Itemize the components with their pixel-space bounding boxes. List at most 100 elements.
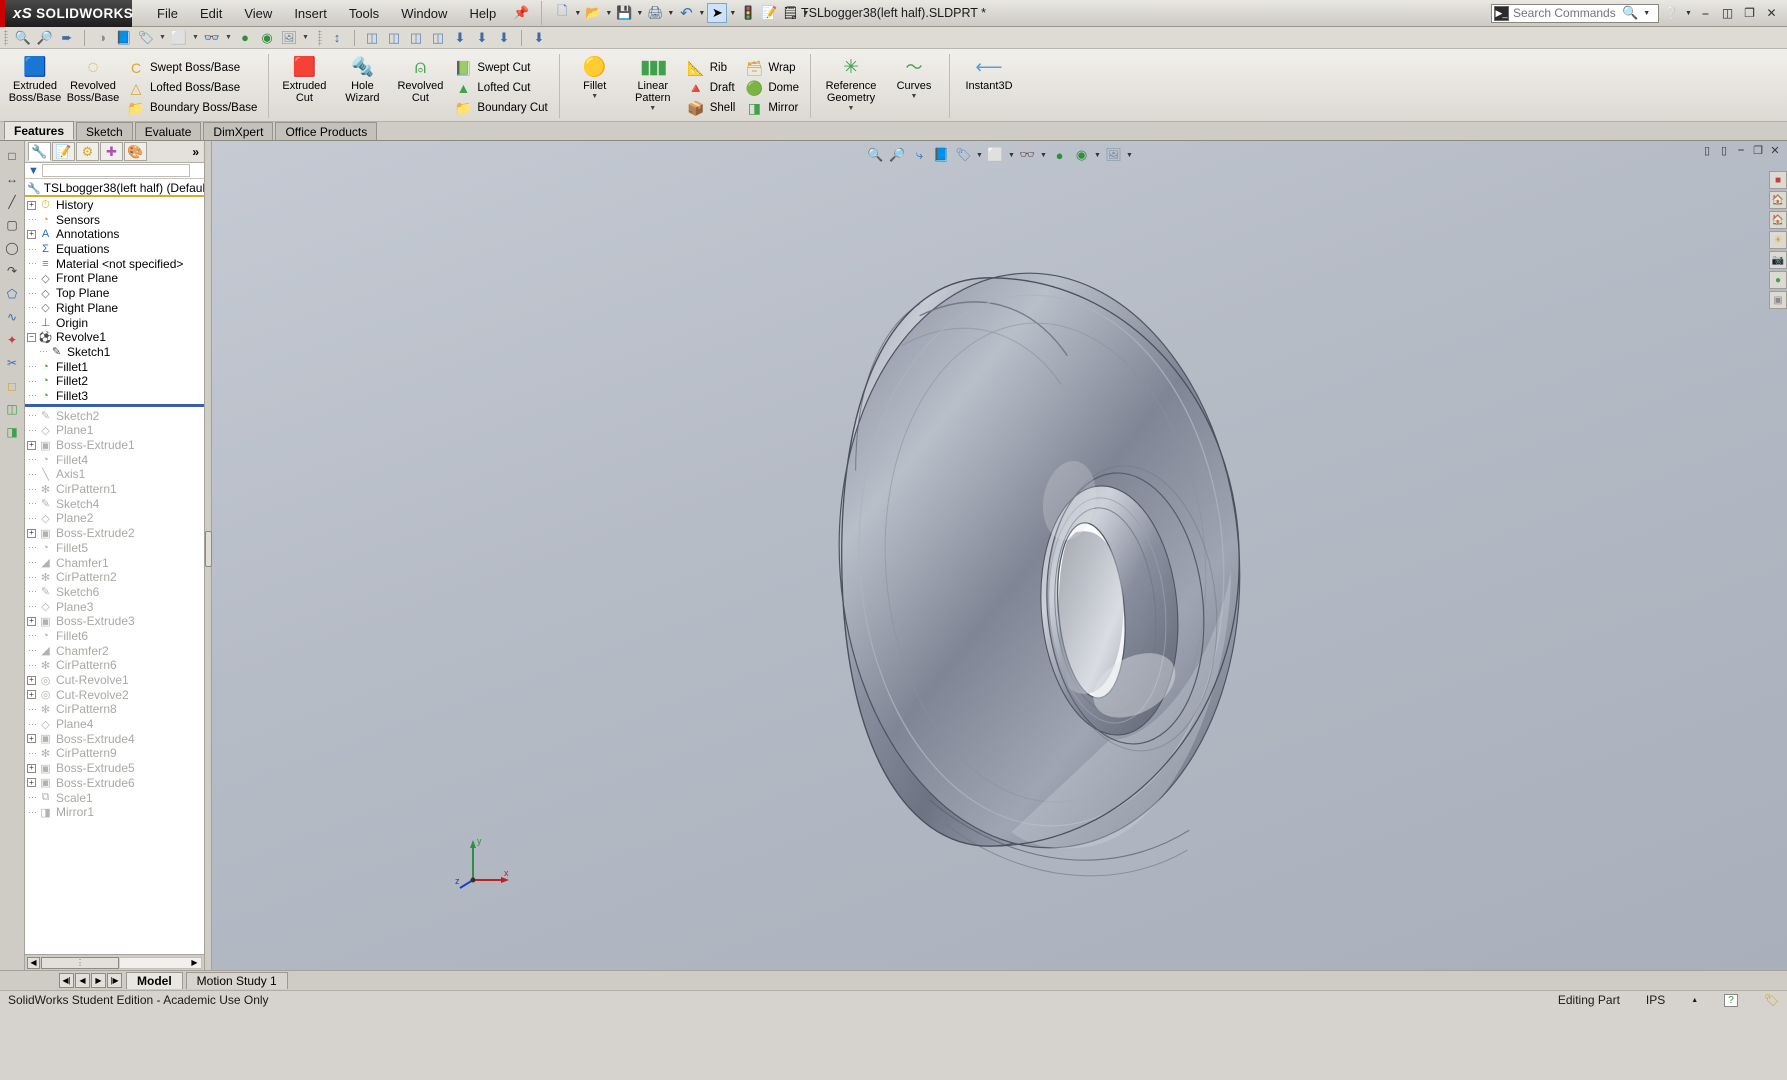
status-help-badge-icon[interactable]: ? xyxy=(1724,994,1738,1007)
feature-tree-item[interactable]: ⋯◇Plane1 xyxy=(25,423,204,438)
first-study-button[interactable]: ◀| xyxy=(59,973,74,988)
display-style-icon[interactable]: 🏷 xyxy=(136,28,156,47)
feature-tree-item[interactable]: ⋯✎Sketch1 xyxy=(25,345,204,360)
tab-evaluate[interactable]: Evaluate xyxy=(135,122,202,140)
feature-tree-item[interactable]: +▣Boss-Extrude2 xyxy=(25,526,204,541)
search-commands-box[interactable]: ▶_ 🔍 ▼ xyxy=(1491,4,1659,23)
curves-button[interactable]: 〜 Curves ▼ xyxy=(886,53,942,100)
wrap-button[interactable]: 🗃 Wrap xyxy=(741,58,803,78)
panel-splitter[interactable] xyxy=(205,141,212,970)
line-icon[interactable]: ╱ xyxy=(3,193,22,211)
rotate-view-icon-2[interactable]: ⬇ xyxy=(472,28,492,47)
revolved-boss-base-button[interactable]: ◌ RevolvedBoss/Base xyxy=(65,53,121,104)
feature-tree-root-item[interactable]: 🔧TSLbogger38(left half) (Default< xyxy=(25,182,204,197)
view-orientation-icon[interactable]: 📘 xyxy=(114,28,134,47)
trim-entities-icon[interactable]: ✂ xyxy=(3,354,22,372)
sketch-entities-icon[interactable]: □ xyxy=(3,147,22,165)
restore-button[interactable]: ◫ xyxy=(1718,5,1737,22)
rotate-view-icon-3[interactable]: ⬇ xyxy=(494,28,514,47)
feature-tree-item[interactable]: ⋯◇Plane2 xyxy=(25,511,204,526)
shell-button[interactable]: 📦 Shell xyxy=(683,98,740,118)
decals-tab[interactable]: 🏠 xyxy=(1769,211,1787,229)
feature-tree-item[interactable]: +⏱History xyxy=(25,198,204,213)
expand-icon[interactable]: + xyxy=(27,676,36,685)
graphics-area[interactable]: 🔍 🔎 ⤷ 📘 🏷 ▼ ⬜ ▼ 👓 ▼ ● ◉ ▼ 🖼 ▼ ▯ ▯ ⎯ ❐ ✕ … xyxy=(212,141,1787,970)
section-view-icon[interactable]: ◑ xyxy=(92,28,112,47)
last-study-button[interactable]: |▶ xyxy=(107,973,122,988)
right-view-icon[interactable]: ◫ xyxy=(428,28,448,47)
hide-show-items-caret-icon[interactable]: ▼ xyxy=(1039,152,1048,159)
previous-view-icon[interactable]: ⤷ xyxy=(909,146,930,165)
view-settings-caret-icon[interactable]: ▼ xyxy=(1125,152,1134,159)
tab-dimxpert[interactable]: DimXpert xyxy=(203,122,273,140)
apply-scene-icon[interactable]: ◉ xyxy=(257,28,277,47)
gfx-restore-icon[interactable]: ❐ xyxy=(1751,144,1765,157)
status-units[interactable]: IPS xyxy=(1646,993,1665,1007)
expand-icon[interactable]: + xyxy=(27,201,36,210)
shaded-style-caret-icon[interactable]: ▼ xyxy=(191,34,200,41)
rectangle-icon[interactable]: ▢ xyxy=(3,216,22,234)
walk-through-tab[interactable]: ● xyxy=(1769,271,1787,289)
new-document-icon[interactable]: 🗋 xyxy=(552,3,572,23)
undo-caret-icon[interactable]: ▼ xyxy=(697,10,706,17)
expand-icon[interactable]: + xyxy=(27,734,36,743)
tab-model[interactable]: Model xyxy=(126,972,183,989)
scenes-tab[interactable]: 🏠 xyxy=(1769,191,1787,209)
linear-pattern-button[interactable]: ▮▮▮ LinearPattern ▼ xyxy=(625,53,681,112)
feature-tree-item[interactable]: +▣Boss-Extrude5 xyxy=(25,761,204,776)
point-icon[interactable]: ✦ xyxy=(3,331,22,349)
feature-tree-item[interactable]: ⋯◔Fillet2 xyxy=(25,374,204,389)
feature-manager-more-button[interactable]: » xyxy=(192,145,204,159)
property-manager-tab[interactable]: 📝 xyxy=(52,142,75,161)
save-caret-icon[interactable]: ▼ xyxy=(635,10,644,17)
scroll-thumb[interactable]: ⋮ xyxy=(41,957,119,969)
reference-geometry-button[interactable]: ✳ ReferenceGeometry ▼ xyxy=(818,53,884,112)
mirror-button[interactable]: ◨ Mirror xyxy=(741,98,803,118)
offset-entities-icon[interactable]: ◫ xyxy=(3,400,22,418)
isometric-view-icon[interactable]: ◫ xyxy=(362,28,382,47)
open-document-icon[interactable]: 📂 xyxy=(583,3,603,23)
feature-tree-item[interactable]: ⋯ΣEquations xyxy=(25,242,204,257)
feature-tree-item[interactable]: ⋯✎Sketch4 xyxy=(25,496,204,511)
apply-scene-icon[interactable]: ◉ xyxy=(1071,146,1092,165)
feature-tree-item[interactable]: ⋯◢Chamfer2 xyxy=(25,643,204,658)
feature-tree-item[interactable]: ⋯◔Fillet1 xyxy=(25,359,204,374)
feature-tree-filter-input[interactable] xyxy=(42,164,190,177)
toolbar-grip-2[interactable] xyxy=(318,30,322,46)
model-tire-3d-view[interactable] xyxy=(212,141,1787,970)
view-orientation-caret-icon[interactable]: ▼ xyxy=(975,152,984,159)
maximize-button[interactable]: ❐ xyxy=(1740,5,1759,22)
tab-motion-study[interactable]: Motion Study 1 xyxy=(186,972,288,989)
mirror-entities-icon[interactable]: ◨ xyxy=(3,423,22,441)
minimize-button[interactable]: ⎯ xyxy=(1696,5,1715,22)
feature-tree-item[interactable]: +▣Boss-Extrude4 xyxy=(25,731,204,746)
expand-icon[interactable]: + xyxy=(27,778,36,787)
extruded-cut-button[interactable]: 🟥 ExtrudedCut xyxy=(276,53,332,104)
curves-dropdown-caret-icon[interactable]: ▼ xyxy=(911,93,918,100)
boundary-boss-base-button[interactable]: 📁 Boundary Boss/Base xyxy=(123,98,261,118)
view-settings-icon[interactable]: 🖼 xyxy=(1103,146,1124,165)
undo-icon[interactable]: ↶ xyxy=(676,3,696,23)
gfx-restore-left-icon[interactable]: ▯ xyxy=(1700,144,1714,157)
expand-icon[interactable]: + xyxy=(27,230,36,239)
swept-boss-base-button[interactable]: C Swept Boss/Base xyxy=(123,58,261,78)
view-orientation-icon[interactable]: 🏷 xyxy=(953,146,974,165)
draft-button[interactable]: 🔺 Draft xyxy=(683,78,740,98)
feature-tree-item[interactable]: +◎Cut-Revolve1 xyxy=(25,673,204,688)
lofted-boss-base-button[interactable]: △ Lofted Boss/Base xyxy=(123,78,261,98)
feature-tree-item[interactable]: +◎Cut-Revolve2 xyxy=(25,687,204,702)
status-tag-icon[interactable]: 🏷 xyxy=(1764,993,1779,1007)
feature-tree-item[interactable]: ⋯≡Material <not specified> xyxy=(25,256,204,271)
feature-tree-item[interactable]: ⋯◢Chamfer1 xyxy=(25,555,204,570)
rotate-view-icon-1[interactable]: ⬇ xyxy=(450,28,470,47)
feature-tree-item[interactable]: ⋯✻CirPattern1 xyxy=(25,482,204,497)
edit-appearance-icon[interactable]: ● xyxy=(1049,146,1070,165)
zoom-to-fit-icon[interactable]: 🔍 xyxy=(13,28,33,47)
reference-axis-icon[interactable]: ↕ xyxy=(327,28,347,47)
rollback-bar[interactable] xyxy=(25,404,204,407)
display-style-icon[interactable]: ⬜ xyxy=(985,146,1006,165)
feature-manager-tab[interactable]: 🔧 xyxy=(28,142,51,161)
feature-tree-item[interactable]: ⋯◔Fillet3 xyxy=(25,389,204,404)
feature-tree-item[interactable]: ⋯◇Right Plane xyxy=(25,301,204,316)
feature-tree-item[interactable]: ⋯╲Axis1 xyxy=(25,467,204,482)
